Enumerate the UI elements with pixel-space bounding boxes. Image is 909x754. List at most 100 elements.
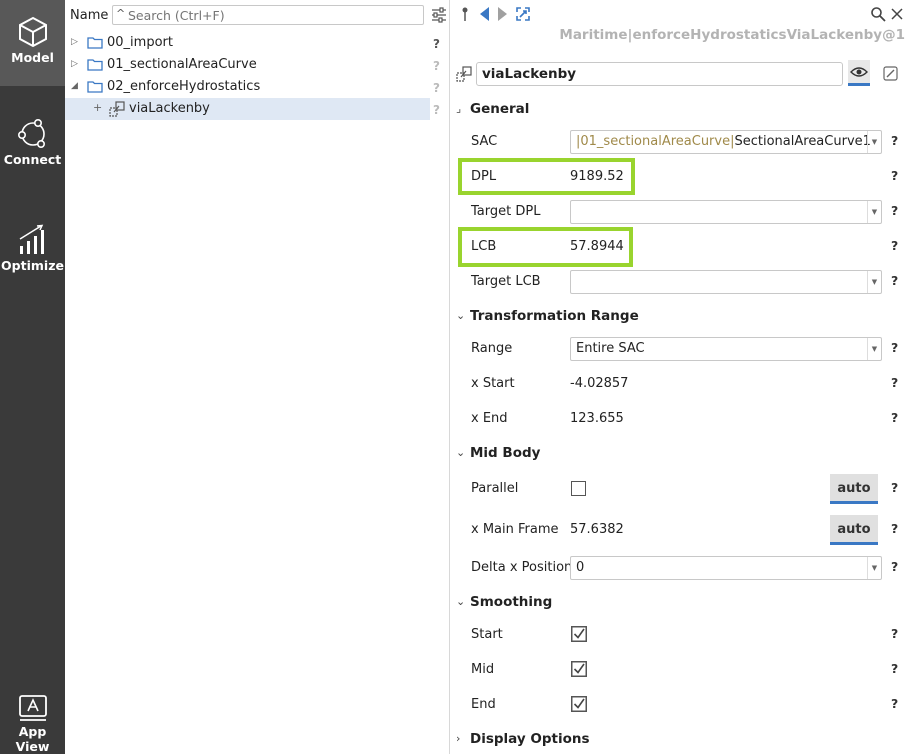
target-lcb-input[interactable]: ▼ xyxy=(570,270,882,294)
parallel-checkbox[interactable] xyxy=(571,481,586,496)
prop-row-x-end: x End 123.655 ? xyxy=(451,404,909,434)
app-view-icon xyxy=(18,695,47,721)
prop-label: x Start xyxy=(471,376,515,391)
dropdown-arrow-icon[interactable]: ▼ xyxy=(867,271,881,293)
breadcrumb: Maritime|enforceHydrostaticsViaLackenby@… xyxy=(559,27,905,43)
back-arrow-icon[interactable] xyxy=(478,6,490,22)
checkbox-checked-icon[interactable] xyxy=(571,626,587,642)
nav-app-view[interactable]: App View xyxy=(0,694,65,754)
collapse-arrow-icon[interactable]: ◢ xyxy=(71,81,78,91)
section-general-header[interactable]: ⌟ General xyxy=(451,99,909,121)
nav-connect[interactable]: Connect xyxy=(0,118,65,178)
section-smoothing-header[interactable]: ⌄ Smoothing xyxy=(451,592,909,614)
help-icon[interactable]: ? xyxy=(433,37,440,51)
search-icon[interactable] xyxy=(870,6,886,22)
delta-x-position-input[interactable]: 0 ▼ xyxy=(570,556,882,580)
properties-panel: Maritime|enforceHydrostaticsViaLackenby@… xyxy=(451,0,909,754)
tree-item-via-lackenby[interactable]: + viaLackenby xyxy=(65,98,430,120)
help-icon[interactable]: ? xyxy=(891,410,898,425)
filter-settings-icon[interactable] xyxy=(431,7,447,23)
visibility-toggle-button[interactable] xyxy=(848,60,870,86)
close-icon[interactable] xyxy=(891,8,903,20)
chevron-down-icon[interactable]: ⌄ xyxy=(456,595,465,608)
x-end-value: 123.655 xyxy=(570,411,624,426)
prop-row-parallel: Parallel auto ? xyxy=(451,474,909,504)
nav-model[interactable]: Model xyxy=(0,0,65,86)
prop-label: DPL xyxy=(471,169,497,184)
help-icon[interactable]: ? xyxy=(891,559,898,574)
expand-plus-icon[interactable]: + xyxy=(93,101,102,114)
range-select[interactable]: Entire SAC ▼ xyxy=(570,337,882,361)
expand-arrow-icon[interactable]: ▷ xyxy=(71,59,78,69)
help-icon[interactable]: ? xyxy=(891,626,898,641)
pin-icon[interactable] xyxy=(460,6,470,22)
help-icon[interactable]: ? xyxy=(433,103,440,117)
section-transformation-range-header[interactable]: ⌄ Transformation Range xyxy=(451,306,909,328)
dropdown-arrow-icon[interactable]: ▼ xyxy=(867,131,881,153)
sort-up-icon[interactable]: ^ xyxy=(116,7,125,20)
x-start-value: -4.02857 xyxy=(570,376,629,391)
help-icon[interactable]: ? xyxy=(433,81,440,95)
section-display-options-header[interactable]: › Display Options xyxy=(451,729,909,751)
tree-search[interactable]: ^ xyxy=(112,5,424,25)
search-input[interactable] xyxy=(128,7,418,23)
prop-row-smoothing-end: End ? xyxy=(451,690,909,720)
sac-value: SectionalAreaCurve1 xyxy=(734,134,871,149)
prop-label: Parallel xyxy=(471,481,519,496)
x-main-frame-value: 57.6382 xyxy=(570,522,624,537)
section-title: Transformation Range xyxy=(470,308,639,324)
prop-row-dpl: DPL 9189.52 ? xyxy=(451,162,909,192)
forward-arrow-icon[interactable] xyxy=(497,6,509,22)
expand-arrow-icon[interactable]: ▷ xyxy=(71,37,78,47)
prop-row-sac: SAC |01_sectionalAreaCurve|SectionalArea… xyxy=(451,127,909,157)
tree-item-02-enforce-hydrostatics[interactable]: ◢ 02_enforceHydrostatics xyxy=(65,76,430,98)
nav-connect-label: Connect xyxy=(3,152,62,167)
tree-item-label: viaLackenby xyxy=(129,101,210,116)
edit-icon[interactable] xyxy=(883,66,898,81)
tree-item-00-import[interactable]: ▷ 00_import xyxy=(65,32,430,54)
target-dpl-input[interactable]: ▼ xyxy=(570,200,882,224)
prop-row-smoothing-start: Start ? xyxy=(451,620,909,650)
help-icon[interactable]: ? xyxy=(891,696,898,711)
chevron-right-icon[interactable]: › xyxy=(456,732,460,745)
chevron-down-icon[interactable]: ⌄ xyxy=(456,446,465,459)
prop-label: Delta x Position xyxy=(471,560,573,575)
section-mid-body-header[interactable]: ⌄ Mid Body xyxy=(451,443,909,465)
collapse-chevron-icon[interactable]: ⌟ xyxy=(456,102,461,115)
parallel-auto-button[interactable]: auto xyxy=(830,474,878,504)
prop-label: Target LCB xyxy=(471,274,541,289)
eye-icon xyxy=(850,67,868,77)
tree-item-01-sectional-area-curve[interactable]: ▷ 01_sectionalAreaCurve xyxy=(65,54,430,76)
checkbox-checked-icon[interactable] xyxy=(571,661,587,677)
x-main-frame-auto-button[interactable]: auto xyxy=(830,515,878,545)
help-icon[interactable]: ? xyxy=(891,521,898,536)
dropdown-arrow-icon[interactable]: ▼ xyxy=(867,338,881,360)
sac-path: |01_sectionalAreaCurve| xyxy=(576,134,735,149)
sac-select[interactable]: |01_sectionalAreaCurve|SectionalAreaCurv… xyxy=(570,130,882,154)
object-name-input[interactable]: viaLackenby xyxy=(476,62,843,86)
help-icon[interactable]: ? xyxy=(891,238,898,253)
help-icon[interactable]: ? xyxy=(433,59,440,73)
checkbox-checked-icon[interactable] xyxy=(571,696,587,712)
stepper-arrow-icon[interactable]: ▼ xyxy=(867,557,881,579)
help-icon[interactable]: ? xyxy=(891,168,898,183)
section-title: Display Options xyxy=(470,731,590,747)
help-icon[interactable]: ? xyxy=(891,133,898,148)
prop-row-range: Range Entire SAC ▼ ? xyxy=(451,334,909,364)
tree-item-label: 02_enforceHydrostatics xyxy=(107,79,261,94)
prop-label: x End xyxy=(471,411,508,426)
help-icon[interactable]: ? xyxy=(891,340,898,355)
sync-selection-icon[interactable] xyxy=(515,6,531,22)
help-icon[interactable]: ? xyxy=(891,375,898,390)
prop-label: Mid xyxy=(471,662,495,677)
help-icon[interactable]: ? xyxy=(891,273,898,288)
help-icon[interactable]: ? xyxy=(891,661,898,676)
help-icon[interactable]: ? xyxy=(891,203,898,218)
tree-item-label: 01_sectionalAreaCurve xyxy=(107,57,257,72)
dropdown-arrow-icon[interactable]: ▼ xyxy=(867,201,881,223)
nav-rail: Model Connect Optimize App View xyxy=(0,0,65,754)
chevron-down-icon[interactable]: ⌄ xyxy=(456,309,465,322)
nav-optimize[interactable]: Optimize xyxy=(0,224,65,284)
prop-row-delta-x-position: Delta x Position 0 ▼ ? xyxy=(451,553,909,583)
help-icon[interactable]: ? xyxy=(891,480,898,495)
